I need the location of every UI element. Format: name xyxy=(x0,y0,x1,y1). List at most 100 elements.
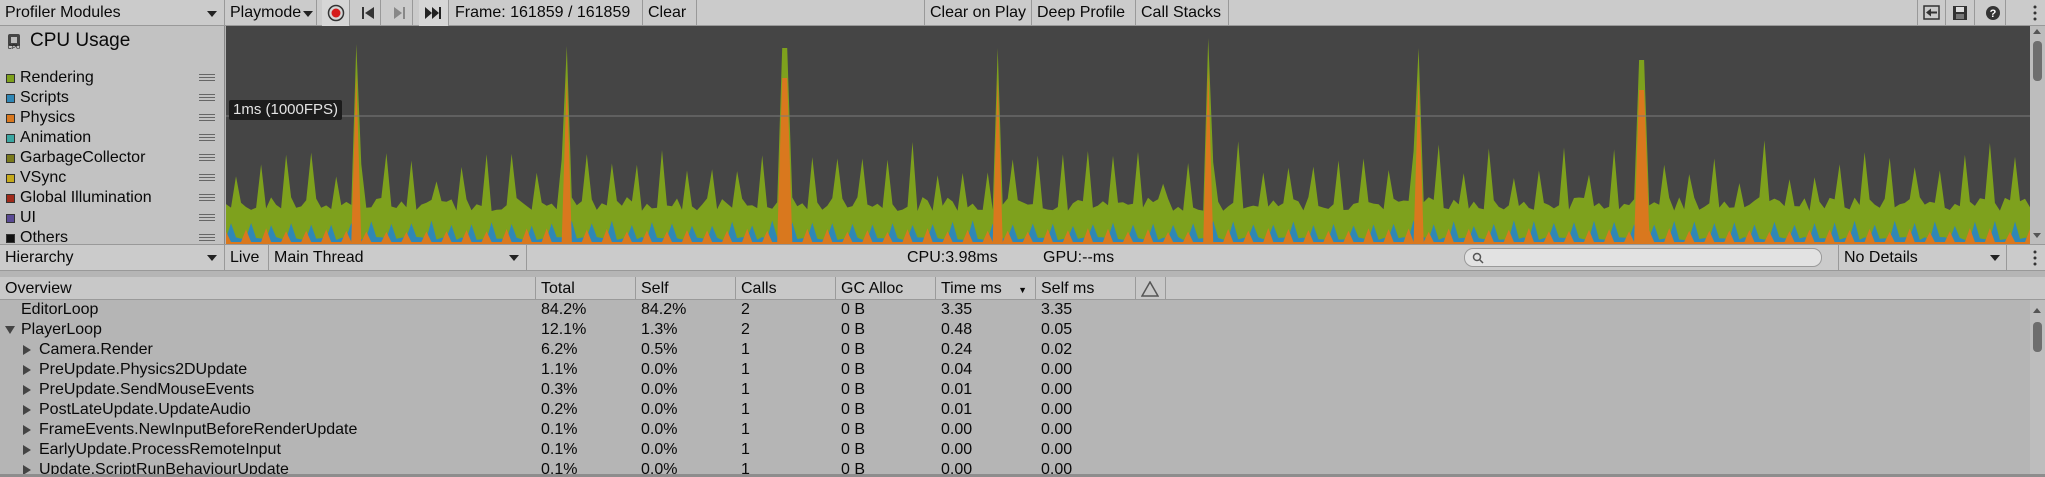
column-header-time-ms[interactable]: Time ms ▼ xyxy=(936,277,1036,300)
column-header-calls[interactable]: Calls xyxy=(736,277,836,300)
scroll-down-arrow-icon[interactable] xyxy=(2033,233,2041,238)
clear-button[interactable]: Clear xyxy=(643,0,697,26)
row-gc: 0 B xyxy=(841,421,866,438)
row-self: 0.0% xyxy=(641,461,678,475)
playmode-dropdown[interactable]: Playmode xyxy=(225,0,317,26)
row-gc: 0 B xyxy=(841,361,866,378)
column-header-self-ms[interactable]: Self ms xyxy=(1036,277,1136,300)
chart-scrollbar[interactable] xyxy=(2030,26,2045,244)
clear-on-play-button[interactable]: Clear on Play xyxy=(924,0,1032,26)
legend-swatch[interactable] xyxy=(6,114,15,123)
legend-item[interactable]: Physics xyxy=(0,108,225,128)
hierarchy-view-dropdown[interactable]: Hierarchy xyxy=(0,245,225,270)
table-scrollbar[interactable] xyxy=(2030,300,2045,475)
deep-profile-button[interactable]: Deep Profile xyxy=(1032,0,1136,26)
legend-item[interactable]: Global Illumination xyxy=(0,188,225,208)
cpu-usage-chart[interactable]: 1ms (1000FPS) xyxy=(226,26,2030,244)
first-frame-button[interactable] xyxy=(355,0,381,26)
drag-handle-icon[interactable] xyxy=(199,94,215,102)
legend-item[interactable]: Rendering xyxy=(0,68,225,88)
legend-item[interactable]: Scripts xyxy=(0,88,225,108)
load-icon xyxy=(1923,5,1940,20)
table-row[interactable]: Update.ScriptRunBehaviourUpdate 0.1% 0.0% 1… xyxy=(0,460,2030,475)
table-row[interactable]: PreUpdate.SendMouseEvents 0.3% 0.0% 1 0 B 0.0… xyxy=(0,380,2030,400)
legend-swatch[interactable] xyxy=(6,214,15,223)
legend-item[interactable]: VSync xyxy=(0,168,225,188)
expand-right-icon[interactable] xyxy=(23,385,31,395)
drag-handle-icon[interactable] xyxy=(199,234,215,242)
table-row[interactable]: PostLateUpdate.UpdateAudio 0.2% 0.0% 1 0 B 0.… xyxy=(0,400,2030,420)
expand-right-icon[interactable] xyxy=(23,425,31,435)
search-input[interactable] xyxy=(1464,248,1822,267)
legend-swatch[interactable] xyxy=(6,134,15,143)
legend-swatch[interactable] xyxy=(6,74,15,83)
save-button[interactable] xyxy=(1946,0,1975,26)
row-gc: 0 B xyxy=(841,381,866,398)
column-header-total[interactable]: Total xyxy=(536,277,636,300)
threshold-label: 1ms (1000FPS) xyxy=(229,100,343,120)
svg-text:CPU: CPU xyxy=(8,45,21,50)
legend-swatch[interactable] xyxy=(6,174,15,183)
help-button[interactable]: ? xyxy=(1980,0,2006,26)
thread-dropdown[interactable]: Main Thread xyxy=(269,245,527,270)
drag-handle-icon[interactable] xyxy=(199,174,215,182)
row-total: 0.1% xyxy=(541,421,578,438)
legend-label: UI xyxy=(20,209,36,226)
details-menu-button[interactable] xyxy=(2024,245,2045,270)
expand-down-icon[interactable] xyxy=(5,326,15,334)
scrollbar-thumb[interactable] xyxy=(2033,41,2042,81)
table-row[interactable]: EarlyUpdate.ProcessRemoteInput 0.1% 0.0% 1 0… xyxy=(0,440,2030,460)
scroll-up-arrow-icon[interactable] xyxy=(2033,308,2041,313)
current-frame-button[interactable] xyxy=(419,0,449,26)
next-frame-button[interactable] xyxy=(387,0,413,26)
legend-item[interactable]: GarbageCollector xyxy=(0,148,225,168)
live-toggle[interactable]: Live xyxy=(225,245,269,270)
expand-right-icon[interactable] xyxy=(23,405,31,415)
call-stacks-button[interactable]: Call Stacks xyxy=(1136,0,1229,26)
drag-handle-icon[interactable] xyxy=(199,154,215,162)
column-header-warning[interactable] xyxy=(1136,277,1166,300)
legend-swatch[interactable] xyxy=(6,154,15,163)
table-row[interactable]: FrameEvents.NewInputBeforeRenderUpdate 0.… xyxy=(0,420,2030,440)
more-menu-button[interactable] xyxy=(2024,0,2045,26)
record-button[interactable] xyxy=(322,0,350,26)
profiler-modules-dropdown[interactable]: Profiler Modules xyxy=(0,0,225,26)
expand-right-icon[interactable] xyxy=(23,445,31,455)
drag-handle-icon[interactable] xyxy=(199,74,215,82)
details-view-dropdown[interactable]: No Details xyxy=(1838,245,2007,270)
table-row[interactable]: PlayerLoop 12.1% 1.3% 2 0 B 0.48 0.05 xyxy=(0,320,2030,340)
row-time: 0.00 xyxy=(941,421,973,438)
legend-swatch[interactable] xyxy=(6,194,15,203)
row-time: 0.01 xyxy=(941,401,973,418)
drag-handle-icon[interactable] xyxy=(199,134,215,142)
table-row[interactable]: Camera.Render 6.2% 0.5% 1 0 B 0.24 0.02 xyxy=(0,340,2030,360)
column-header-gc-alloc[interactable]: GC Alloc xyxy=(836,277,936,300)
row-time: 0.01 xyxy=(941,381,973,398)
drag-handle-icon[interactable] xyxy=(199,114,215,122)
drag-handle-icon[interactable] xyxy=(199,214,215,222)
legend-item[interactable]: UI xyxy=(0,208,225,228)
cpu-usage-module-panel[interactable]: CPU CPU Usage Rendering Scripts Physics Ani… xyxy=(0,26,225,246)
row-selfms: 0.02 xyxy=(1041,341,1073,358)
row-name: PreUpdate.Physics2DUpdate xyxy=(39,361,248,378)
row-total: 84.2% xyxy=(541,301,587,318)
table-row[interactable]: EditorLoop 84.2% 84.2% 2 0 B 3.35 3.35 xyxy=(0,300,2030,320)
row-self: 0.5% xyxy=(641,341,678,358)
row-gc: 0 B xyxy=(841,341,866,358)
load-button[interactable] xyxy=(1917,0,1946,26)
column-header-overview[interactable]: Overview xyxy=(0,277,536,300)
scroll-up-arrow-icon[interactable] xyxy=(2033,29,2041,34)
table-row[interactable]: PreUpdate.Physics2DUpdate 1.1% 0.0% 1 0 B 0.0… xyxy=(0,360,2030,380)
drag-handle-icon[interactable] xyxy=(199,194,215,202)
scrollbar-thumb[interactable] xyxy=(2033,322,2042,352)
svg-text:?: ? xyxy=(1990,8,1997,20)
legend-swatch[interactable] xyxy=(6,94,15,103)
sort-descending-icon: ▼ xyxy=(1018,285,1027,295)
row-gc: 0 B xyxy=(841,441,866,458)
legend-swatch[interactable] xyxy=(6,234,15,243)
legend-label: GarbageCollector xyxy=(20,149,146,166)
column-header-self[interactable]: Self xyxy=(636,277,736,300)
expand-right-icon[interactable] xyxy=(23,365,31,375)
expand-right-icon[interactable] xyxy=(23,345,31,355)
legend-item[interactable]: Animation xyxy=(0,128,225,148)
